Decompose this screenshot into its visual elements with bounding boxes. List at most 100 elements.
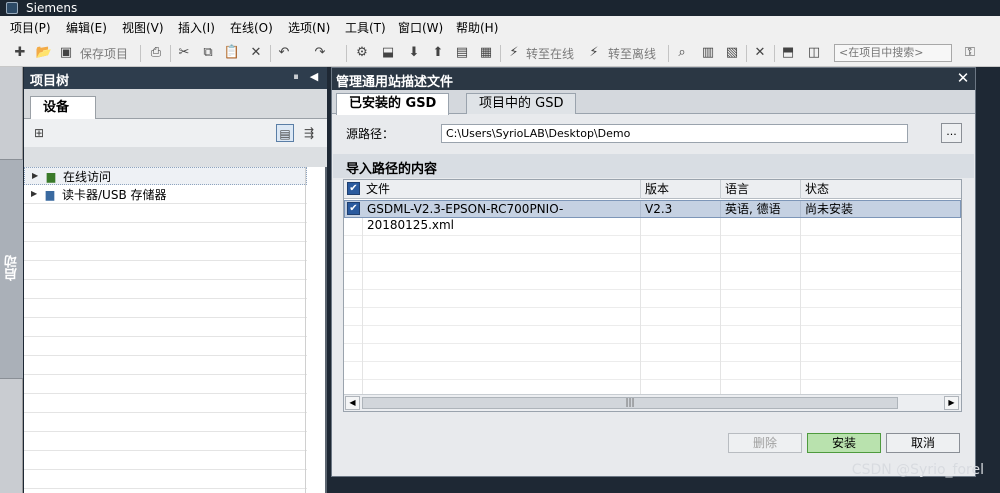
menu-project[interactable]: 项目(P) (10, 21, 51, 35)
print-icon[interactable]: ⎙ (148, 45, 164, 61)
open-project-icon[interactable]: 📂 (36, 45, 52, 61)
column-divider (640, 218, 641, 394)
siemens-logo-icon (6, 2, 18, 14)
copy-icon[interactable]: ⧉ (200, 45, 216, 61)
card-reader-icon: ▆ (45, 188, 55, 201)
column-header-status[interactable]: 状态 (801, 180, 961, 199)
expand-arrow-icon[interactable]: ▶ (32, 171, 38, 180)
menu-view[interactable]: 视图(V) (122, 21, 164, 35)
table-header: ✔ 文件 版本 语言 状态 (344, 180, 961, 199)
portal-view-strip: 启动 (0, 67, 23, 493)
delete-icon[interactable]: ✕ (248, 45, 264, 61)
column-divider (362, 218, 363, 394)
main-toolbar: ✚ 📂 ▣ 保存项目 ⎙ ✂ ⧉ 📋 ✕ ↶ ↷ ⚙ ⬓ ⬇ ⬆ ▤ ▦ ⚡ 转… (0, 40, 1000, 67)
scroll-left-icon[interactable]: ◀ (345, 396, 360, 410)
tree-empty-row (24, 338, 307, 356)
menu-options[interactable]: 选项(N) (288, 21, 330, 35)
tree-empty-row (24, 433, 307, 451)
install-button[interactable]: 安装 (807, 433, 881, 453)
accessible-devices-icon[interactable]: ⌕ (674, 45, 690, 61)
split-horizontal-icon[interactable]: ⬒ (780, 45, 796, 61)
tab-project-gsd[interactable]: 项目中的 GSD (466, 93, 577, 114)
menu-help[interactable]: 帮助(H) (456, 21, 498, 35)
close-editor-icon[interactable]: ✕ (752, 45, 768, 61)
tree-empty-row (24, 224, 307, 242)
cell-version: V2.3 (641, 201, 721, 217)
reference-project-icon[interactable]: ▧ (724, 45, 740, 61)
project-tree-panel: 项目树 ⏸ ◀ 设备 ⊞ ▤ ⇶ ▶ ▆ 在线访问 ▶ ▆ 读卡器/USB 存储… (24, 67, 327, 493)
tree-item-card-reader[interactable]: ▶ ▆ 读卡器/USB 存储器 (24, 186, 307, 204)
tab-devices[interactable]: 设备 (30, 96, 96, 120)
download-icon[interactable]: ⬇ (406, 45, 422, 61)
collapse-panel-icon[interactable]: ◀ (308, 71, 320, 83)
menu-window[interactable]: 窗口(W) (398, 21, 443, 35)
tab-installed-gsd[interactable]: 已安装的 GSD (336, 93, 450, 115)
pin-panel-icon[interactable]: ⏸ (290, 71, 302, 83)
save-icon[interactable]: ▣ (58, 45, 74, 61)
expand-arrow-icon[interactable]: ▶ (31, 189, 37, 198)
tree-empty-row (24, 262, 307, 280)
table-empty-row (344, 308, 961, 326)
horizontal-scrollbar[interactable]: ◀ ||| ▶ (344, 394, 961, 411)
tree-empty-row (24, 319, 307, 337)
gsd-file-table: ✔ 文件 版本 语言 状态 ✔ GSDML-V2.3-EPSON-RC700PN… (343, 179, 962, 412)
go-online-button[interactable]: 转至在线 (526, 45, 574, 61)
upload-icon[interactable]: ⬆ (430, 45, 446, 61)
select-all-checkbox[interactable]: ✔ (347, 182, 360, 195)
tree-empty-row (24, 376, 307, 394)
menu-tools[interactable]: 工具(T) (345, 21, 386, 35)
tree-column-header (24, 147, 327, 167)
cross-reference-icon[interactable]: ▥ (700, 45, 716, 61)
paste-icon[interactable]: 📋 (224, 45, 240, 61)
save-project-button[interactable]: 保存项目 (80, 45, 128, 61)
menu-edit[interactable]: 编辑(E) (66, 21, 107, 35)
column-header-file-label: 文件 (366, 182, 391, 196)
app-title: Siemens (26, 1, 78, 15)
scroll-right-icon[interactable]: ▶ (944, 396, 959, 410)
tree-empty-row (24, 300, 307, 318)
app-title-bar: Siemens (0, 0, 1000, 16)
add-device-icon[interactable]: ⊞ (30, 124, 48, 142)
undo-icon[interactable]: ↶ (276, 45, 292, 61)
cancel-button[interactable]: 取消 (886, 433, 960, 453)
search-options-icon[interactable]: ⚿ (962, 45, 978, 61)
menu-insert[interactable]: 插入(I) (178, 21, 215, 35)
delete-button[interactable]: 删除 (728, 433, 802, 453)
column-header-version[interactable]: 版本 (641, 180, 721, 199)
redo-icon[interactable]: ↷ (312, 45, 328, 61)
simulation-icon[interactable]: ▤ (454, 45, 470, 61)
new-project-icon[interactable]: ✚ (12, 45, 28, 61)
column-header-language[interactable]: 语言 (721, 180, 801, 199)
tree-empty-row (24, 357, 307, 375)
tree-column-divider (305, 167, 306, 493)
compile-icon[interactable]: ⚙ (354, 45, 370, 61)
close-icon[interactable]: ✕ (954, 69, 972, 87)
column-header-file[interactable]: ✔ 文件 (344, 180, 641, 199)
cell-language: 英语, 德语 (721, 201, 801, 217)
tree-empty-row (24, 395, 307, 413)
go-offline-button[interactable]: 转至离线 (608, 45, 656, 61)
download-device-icon[interactable]: ⬓ (380, 45, 396, 61)
overview-icon[interactable]: ▤ (276, 124, 294, 142)
menu-online[interactable]: 在线(O) (230, 21, 273, 35)
scrollbar-thumb[interactable]: ||| (362, 397, 898, 409)
browse-button[interactable]: ... (941, 123, 962, 143)
column-divider (720, 218, 721, 394)
table-row[interactable]: ✔ GSDML-V2.3-EPSON-RC700PNIO-20180125.xm… (344, 200, 961, 232)
go-offline-icon[interactable]: ⚡ (586, 45, 602, 61)
table-empty-row (344, 272, 961, 290)
row-checkbox[interactable]: ✔ (347, 202, 360, 215)
tree-item-online-access[interactable]: ▶ ▆ 在线访问 (24, 167, 307, 185)
cut-icon[interactable]: ✂ (176, 45, 192, 61)
run-stop-icon[interactable]: ▦ (478, 45, 494, 61)
go-online-icon[interactable]: ⚡ (506, 45, 522, 61)
watermark: CSDN @Syrio_forel (851, 462, 984, 478)
project-tree-title: 项目树 (30, 74, 70, 89)
tree-view-icon[interactable]: ⇶ (300, 124, 318, 142)
source-path-field[interactable]: C:\Users\SyrioLAB\Desktop\Demo (441, 124, 908, 143)
project-search-input[interactable]: <在项目中搜索> (834, 44, 952, 62)
menu-bar: 项目(P) 编辑(E) 视图(V) 插入(I) 在线(O) 选项(N) 工具(T… (0, 16, 1000, 40)
split-vertical-icon[interactable]: ◫ (806, 45, 822, 61)
table-empty-row (344, 290, 961, 308)
tree-empty-row (24, 414, 307, 432)
